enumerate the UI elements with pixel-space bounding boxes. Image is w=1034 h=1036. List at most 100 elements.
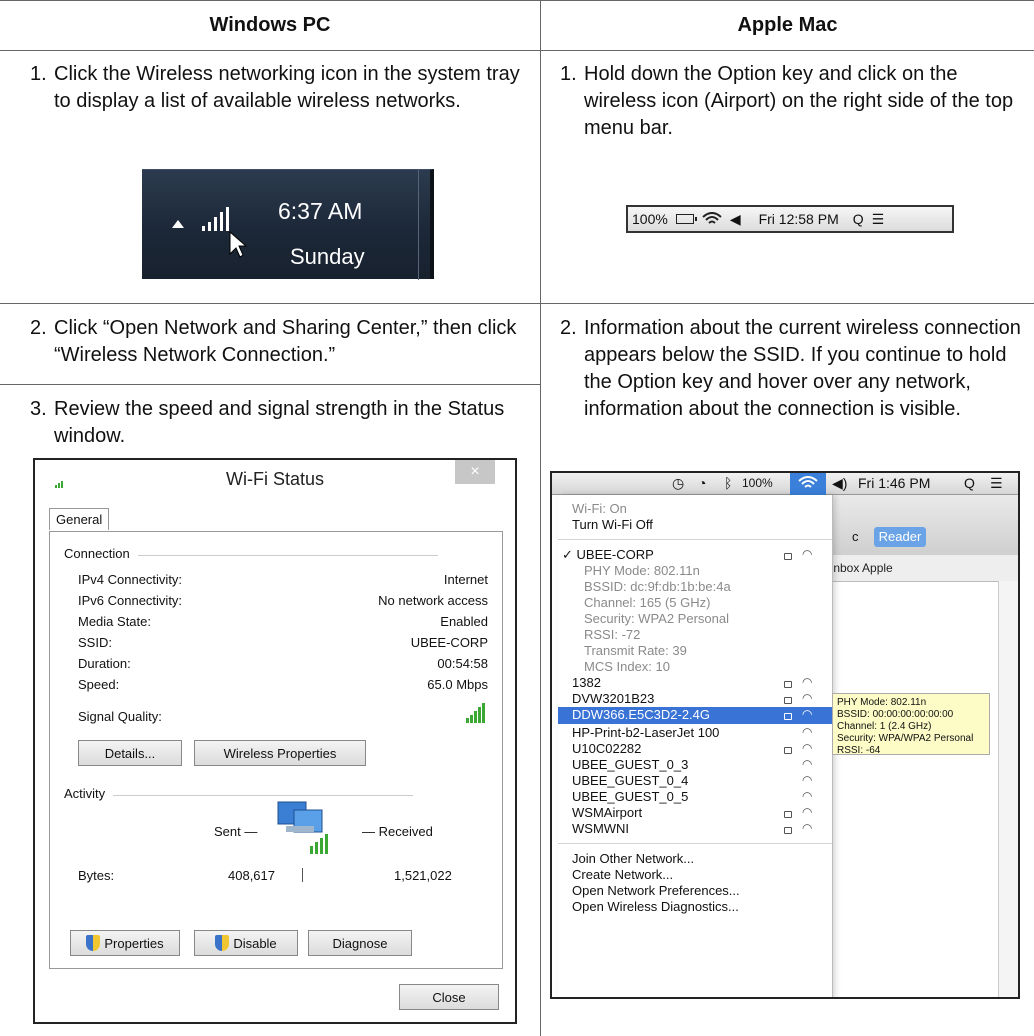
mouse-cursor-icon bbox=[229, 230, 248, 258]
wireless-properties-button[interactable]: Wireless Properties bbox=[194, 740, 366, 766]
reader-button[interactable]: Reader bbox=[874, 527, 926, 547]
network-item[interactable]: 1382 bbox=[572, 675, 601, 691]
reload-icon[interactable]: c bbox=[852, 529, 859, 544]
history-icon[interactable]: ◔ bbox=[698, 475, 706, 491]
lock-icon bbox=[784, 713, 792, 720]
received-label: — Received bbox=[362, 824, 433, 839]
step2-windows-divider bbox=[0, 384, 540, 385]
step-number: 2. bbox=[560, 317, 577, 339]
network-item[interactable]: UBEE_GUEST_0_3 bbox=[572, 757, 688, 773]
menu-bar-clock[interactable]: Fri 12:58 PM bbox=[759, 211, 839, 227]
windows-step-1: 1. Click the Wireless networking icon in… bbox=[30, 61, 520, 115]
step-number: 1. bbox=[30, 63, 47, 85]
network-item-highlighted[interactable]: DDW366.E5C3D2-2.4G bbox=[572, 707, 710, 723]
volume-icon[interactable]: ◀ bbox=[730, 211, 741, 228]
row-label: Speed: bbox=[78, 677, 120, 692]
network-info-tooltip: PHY Mode: 802.11n BSSID: 00:00:00:00:00:… bbox=[832, 693, 990, 756]
menu-action-item[interactable]: Open Wireless Diagnostics... bbox=[572, 899, 739, 915]
dialog-tabs: General bbox=[49, 508, 110, 530]
step-text: Information about the current wireless c… bbox=[584, 317, 1021, 420]
connection-group-label: Connection bbox=[64, 546, 437, 561]
row-value: Internet bbox=[443, 572, 488, 587]
turn-wifi-off-item[interactable]: Turn Wi-Fi Off bbox=[572, 517, 653, 533]
wireless-signal-icon[interactable] bbox=[202, 207, 229, 231]
wifi-strength-icon: ◠ bbox=[802, 675, 813, 689]
spotlight-search-icon[interactable]: Q bbox=[853, 211, 864, 227]
browser-page bbox=[822, 581, 998, 997]
dialog-titlebar[interactable]: Wi-Fi Status × bbox=[35, 460, 515, 502]
sent-label: Sent — bbox=[214, 824, 258, 839]
row-value: Enabled bbox=[440, 614, 488, 629]
network-item[interactable]: WSMAirport bbox=[572, 805, 642, 821]
current-network-item[interactable]: ✓ UBEE-CORP bbox=[562, 547, 654, 563]
tooltip-line: Channel: 1 (2.4 GHz) bbox=[837, 721, 932, 732]
info-row-ipv6: IPv6 Connectivity: No network access bbox=[78, 593, 488, 611]
row1-bottom-border bbox=[0, 303, 1034, 304]
tooltip-line: RSSI: -64 bbox=[837, 745, 881, 756]
step-number: 2. bbox=[30, 317, 47, 339]
info-row-speed: Speed: 65.0 Mbps bbox=[78, 677, 488, 695]
wifi-dropdown-menu: Wi-Fi: On Turn Wi-Fi Off ✓ UBEE-CORP ◠ P… bbox=[558, 495, 832, 997]
disable-button-label: Disable bbox=[233, 935, 277, 951]
wifi-strength-icon: ◠ bbox=[802, 805, 813, 819]
shield-icon bbox=[86, 935, 101, 951]
wifi-airport-icon[interactable] bbox=[702, 212, 722, 226]
tray-clock-time[interactable]: 6:37 AM bbox=[278, 198, 362, 225]
network-item[interactable]: UBEE_GUEST_0_5 bbox=[572, 789, 688, 805]
network-item[interactable]: UBEE_GUEST_0_4 bbox=[572, 773, 688, 789]
network-item[interactable]: WSMWNI bbox=[572, 821, 629, 837]
spotlight-search-icon[interactable]: Q bbox=[964, 475, 975, 491]
network-item[interactable]: DVW3201B23 bbox=[572, 691, 654, 707]
menu-action-item[interactable]: Create Network... bbox=[572, 867, 673, 883]
row-value: 65.0 Mbps bbox=[427, 677, 488, 692]
bookmarks-bar: Inbox Apple bbox=[830, 561, 893, 575]
tray-clock-day[interactable]: Sunday bbox=[290, 244, 365, 270]
details-button[interactable]: Details... bbox=[78, 740, 182, 766]
volume-icon[interactable]: ◀) bbox=[832, 475, 847, 492]
notification-list-icon[interactable]: ☰ bbox=[990, 475, 1003, 492]
mac-step-2: 2. Information about the current wireles… bbox=[560, 315, 1030, 423]
tooltip-line: PHY Mode: 802.11n bbox=[837, 697, 927, 708]
menu-action-item[interactable]: Open Network Preferences... bbox=[572, 883, 740, 899]
wifi-strength-icon: ◠ bbox=[802, 821, 813, 835]
show-hidden-icons-icon[interactable] bbox=[172, 220, 184, 228]
tooltip-line: BSSID: 00:00:00:00:00:00 bbox=[837, 709, 954, 720]
wifi-strength-icon: ◠ bbox=[802, 773, 813, 787]
close-icon[interactable]: × bbox=[455, 460, 495, 484]
wifi-strength-icon: ◠ bbox=[802, 547, 813, 561]
row-label: IPv6 Connectivity: bbox=[78, 593, 183, 608]
network-detail-item: RSSI: -72 bbox=[584, 627, 641, 642]
close-button[interactable]: Close bbox=[399, 984, 499, 1010]
lock-icon bbox=[784, 811, 792, 818]
menu-bar-clock[interactable]: Fri 1:46 PM bbox=[858, 475, 930, 491]
diagnose-button[interactable]: Diagnose bbox=[308, 930, 412, 956]
lock-icon bbox=[784, 827, 792, 834]
row-label: Signal Quality: bbox=[78, 709, 162, 724]
properties-button[interactable]: Properties bbox=[70, 930, 180, 956]
time-machine-icon[interactable]: ◷ bbox=[672, 475, 684, 492]
info-row-ipv4: IPv4 Connectivity: Internet bbox=[78, 572, 488, 590]
mac-menu-bar-large: ◷ ◔ ᛒ 100% ◀) Fri 1:46 PM Q ☰ bbox=[552, 473, 1018, 495]
menu-action-item[interactable]: Join Other Network... bbox=[572, 851, 694, 867]
bluetooth-icon[interactable]: ᛒ bbox=[724, 475, 732, 491]
notification-list-icon[interactable]: ☰ bbox=[872, 211, 885, 228]
network-detail-item: MCS Index: 10 bbox=[584, 659, 670, 674]
wifi-status-dialog: Wi-Fi Status × General Connection IPv4 C… bbox=[33, 458, 517, 1024]
info-row-duration: Duration: 00:54:58 bbox=[78, 656, 488, 674]
shield-icon bbox=[215, 935, 230, 951]
step-text: Click “Open Network and Sharing Center,”… bbox=[54, 317, 517, 366]
network-detail-item: BSSID: dc:9f:db:1b:be:4a bbox=[584, 579, 731, 594]
info-row-media-state: Media State: Enabled bbox=[78, 614, 488, 632]
lock-icon bbox=[784, 747, 792, 754]
battery-icon[interactable] bbox=[675, 214, 697, 224]
bytes-received-value: 1,521,022 bbox=[394, 868, 452, 883]
wifi-airport-icon[interactable] bbox=[798, 476, 818, 490]
network-item[interactable]: HP-Print-b2-LaserJet 100 bbox=[572, 725, 719, 741]
disable-button[interactable]: Disable bbox=[194, 930, 298, 956]
tab-general[interactable]: General bbox=[49, 508, 110, 530]
network-item[interactable]: U10C02282 bbox=[572, 741, 641, 757]
scrollbar[interactable] bbox=[998, 581, 1018, 997]
header-bottom-border bbox=[0, 50, 1034, 51]
step-text: Hold down the Option key and click on th… bbox=[584, 63, 1014, 139]
info-row-signal-quality: Signal Quality: bbox=[78, 703, 488, 727]
